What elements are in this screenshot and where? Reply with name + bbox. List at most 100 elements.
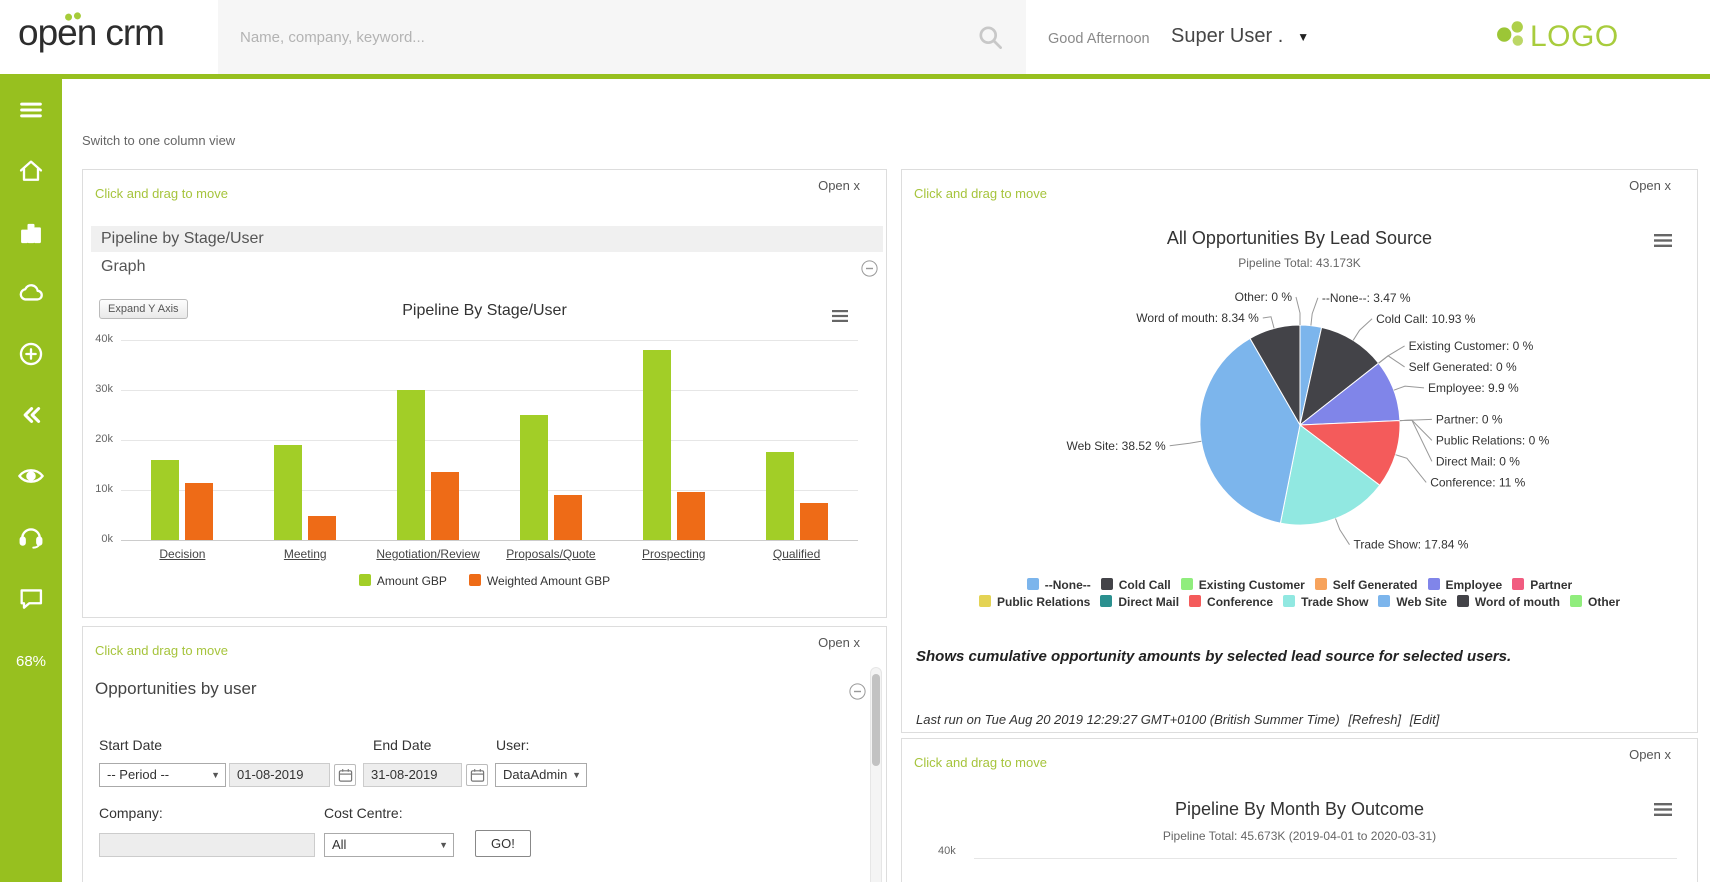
legend-item[interactable]: Direct Mail bbox=[1100, 595, 1179, 609]
legend-item[interactable]: Conference bbox=[1189, 595, 1273, 609]
legend-swatch bbox=[1428, 578, 1440, 590]
drag-handle[interactable]: Click and drag to move bbox=[95, 643, 228, 658]
chart-menu-icon[interactable] bbox=[832, 310, 848, 322]
legend-swatch bbox=[469, 574, 481, 586]
bar-amount-gbp[interactable] bbox=[274, 445, 302, 540]
legend-item[interactable]: Amount GBP bbox=[359, 574, 447, 588]
bar-weighted-amount-gbp[interactable] bbox=[800, 503, 828, 540]
chart-menu-icon[interactable] bbox=[1654, 234, 1672, 247]
sidebar-item-chat[interactable] bbox=[0, 570, 62, 631]
legend-item[interactable]: Other bbox=[1570, 595, 1620, 609]
bar-amount-gbp[interactable] bbox=[151, 460, 179, 540]
search-icon[interactable] bbox=[977, 24, 1004, 56]
drag-handle[interactable]: Click and drag to move bbox=[95, 186, 228, 201]
period-value: -- Period -- bbox=[107, 767, 169, 782]
pie-label-connector bbox=[1170, 441, 1202, 446]
user-select[interactable]: DataAdmin ▼ bbox=[495, 763, 587, 787]
sidebar-item-home[interactable] bbox=[0, 143, 62, 204]
user-label: User: bbox=[496, 737, 529, 753]
open-widget-link[interactable]: Open x bbox=[1629, 747, 1671, 762]
brand-logo: LOGO bbox=[1494, 17, 1619, 56]
legend-label: Word of mouth bbox=[1475, 595, 1560, 609]
pie-legend-row: Public Relations Direct Mail Conference Tra… bbox=[902, 595, 1697, 609]
collapse-icon[interactable] bbox=[861, 260, 878, 277]
legend-item[interactable]: Employee bbox=[1428, 578, 1503, 592]
sidebar-item-support[interactable] bbox=[0, 509, 62, 570]
bar-weighted-amount-gbp[interactable] bbox=[431, 472, 459, 540]
start-date-calendar-icon[interactable] bbox=[334, 764, 356, 786]
cost-centre-select[interactable]: All ▼ bbox=[324, 833, 454, 857]
x-axis-category[interactable]: Qualified bbox=[735, 547, 858, 561]
scrollbar-thumb[interactable] bbox=[872, 674, 880, 766]
search-input[interactable] bbox=[218, 0, 1026, 74]
x-axis-category[interactable]: Meeting bbox=[244, 547, 367, 561]
legend-label: Conference bbox=[1207, 595, 1273, 609]
sidebar-item-cloud[interactable] bbox=[0, 265, 62, 326]
end-date-calendar-icon[interactable] bbox=[466, 764, 488, 786]
go-button[interactable]: GO! bbox=[475, 830, 531, 857]
legend-item[interactable]: Word of mouth bbox=[1457, 595, 1560, 609]
x-axis-category[interactable]: Proposals/Quote bbox=[490, 547, 613, 561]
bar-weighted-amount-gbp[interactable] bbox=[308, 516, 336, 540]
legend-item[interactable]: Trade Show bbox=[1283, 595, 1368, 609]
end-date-field[interactable]: 31-08-2019 bbox=[363, 763, 462, 787]
pie-data-label: Direct Mail: 0 % bbox=[1436, 454, 1520, 468]
period-select[interactable]: -- Period -- ▼ bbox=[99, 763, 226, 787]
chevron-down-icon: ▼ bbox=[572, 764, 581, 786]
home-icon bbox=[17, 157, 45, 190]
legend-item[interactable]: --None-- bbox=[1027, 578, 1091, 592]
drag-handle[interactable]: Click and drag to move bbox=[914, 186, 1047, 201]
legend-item[interactable]: Weighted Amount GBP bbox=[469, 574, 610, 588]
chevron-down-icon: ▼ bbox=[1297, 30, 1309, 44]
sidebar-item-add[interactable] bbox=[0, 326, 62, 387]
sidebar: 68% bbox=[0, 79, 62, 882]
pie-label-connector bbox=[1263, 317, 1274, 329]
cost-centre-label: Cost Centre: bbox=[324, 805, 403, 821]
company-input[interactable] bbox=[99, 833, 315, 857]
brand-text: LOGO bbox=[1530, 20, 1619, 54]
legend-label: Web Site bbox=[1396, 595, 1446, 609]
sidebar-item-collapse[interactable] bbox=[0, 387, 62, 448]
sidebar-item-visibility[interactable] bbox=[0, 448, 62, 509]
legend-label: Employee bbox=[1446, 578, 1503, 592]
legend-item[interactable]: Web Site bbox=[1378, 595, 1446, 609]
refresh-link[interactable]: [Refresh] bbox=[1348, 712, 1401, 727]
bar-weighted-amount-gbp[interactable] bbox=[677, 492, 705, 540]
bar-weighted-amount-gbp[interactable] bbox=[554, 495, 582, 540]
chart-description: Shows cumulative opportunity amounts by … bbox=[916, 648, 1511, 665]
app-logo[interactable]: open crm bbox=[18, 12, 164, 54]
sidebar-item-menu[interactable] bbox=[0, 82, 62, 143]
widget-scrollbar[interactable] bbox=[870, 667, 882, 882]
logo-text-crm: crm bbox=[105, 12, 164, 54]
legend-item[interactable]: Existing Customer bbox=[1181, 578, 1305, 592]
chart-menu-icon[interactable] bbox=[1654, 803, 1672, 816]
edit-link[interactable]: [Edit] bbox=[1410, 712, 1440, 727]
bar-amount-gbp[interactable] bbox=[766, 452, 794, 540]
legend-swatch bbox=[1315, 578, 1327, 590]
user-menu[interactable]: Super User . ▼ bbox=[1171, 25, 1309, 48]
switch-column-view-link[interactable]: Switch to one column view bbox=[82, 133, 235, 148]
legend-item[interactable]: Cold Call bbox=[1101, 578, 1171, 592]
pie-legend-row: --None-- Cold Call Existing Customer Self G… bbox=[902, 578, 1697, 592]
collapse-icon[interactable] bbox=[849, 683, 866, 700]
bar-weighted-amount-gbp[interactable] bbox=[185, 483, 213, 540]
open-widget-link[interactable]: Open x bbox=[1629, 178, 1671, 193]
sidebar-item-reports[interactable] bbox=[0, 204, 62, 265]
bar-amount-gbp[interactable] bbox=[520, 415, 548, 540]
legend-item[interactable]: Self Generated bbox=[1315, 578, 1418, 592]
start-date-field[interactable]: 01-08-2019 bbox=[229, 763, 330, 787]
open-widget-link[interactable]: Open x bbox=[818, 178, 860, 193]
last-run-line: Last run on Tue Aug 20 2019 12:29:27 GMT… bbox=[916, 712, 1439, 727]
legend-item[interactable]: Partner bbox=[1512, 578, 1572, 592]
legend-item[interactable]: Public Relations bbox=[979, 595, 1090, 609]
x-axis-category[interactable]: Prospecting bbox=[612, 547, 735, 561]
pie-label-connector bbox=[1400, 420, 1432, 461]
drag-handle[interactable]: Click and drag to move bbox=[914, 755, 1047, 770]
bar-amount-gbp[interactable] bbox=[397, 390, 425, 540]
x-axis-category[interactable]: Negotiation/Review bbox=[367, 547, 490, 561]
bar-amount-gbp[interactable] bbox=[643, 350, 671, 540]
legend-swatch bbox=[979, 595, 991, 607]
chevron-down-icon: ▼ bbox=[211, 764, 220, 786]
x-axis-category[interactable]: Decision bbox=[121, 547, 244, 561]
open-widget-link[interactable]: Open x bbox=[818, 635, 860, 650]
